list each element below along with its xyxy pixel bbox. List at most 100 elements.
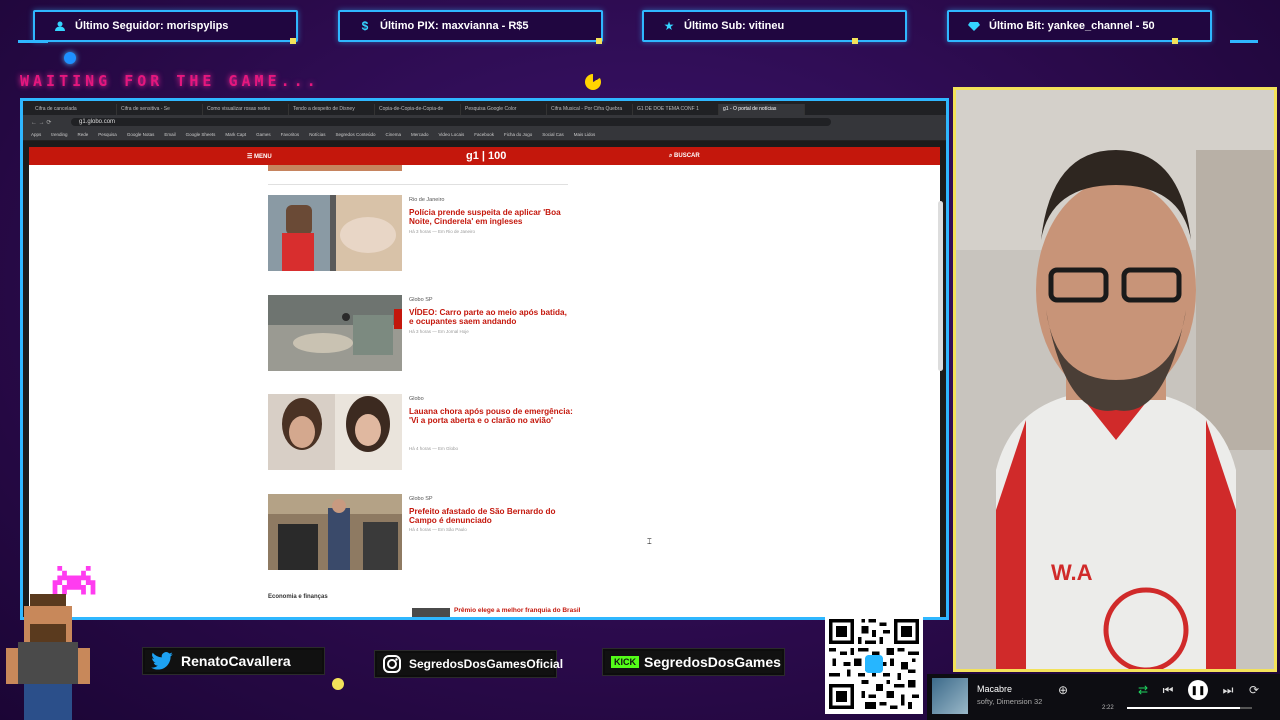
section-label[interactable]: Economia e finanças xyxy=(268,594,328,600)
repeat-icon[interactable]: ⟳ xyxy=(1244,680,1264,700)
browser-capture: Cifra de cancelada Cifra de sensitiva - … xyxy=(20,98,949,620)
search-label: BUSCAR xyxy=(674,152,700,159)
news-thumbnail[interactable] xyxy=(268,494,402,570)
twitter-icon xyxy=(151,651,173,671)
kick-handle[interactable]: SegredosDosGames xyxy=(644,654,781,670)
page-scrollbar[interactable] xyxy=(938,201,943,371)
news-item[interactable]: Globo Lauana chora após pouso de emergên… xyxy=(268,394,598,472)
news-meta: Há 4 horas — Em São Paulo xyxy=(409,527,467,532)
deco-dot xyxy=(290,38,296,44)
browser-tab[interactable]: Cifra de sensitiva - Se xyxy=(117,104,203,115)
pacman-icon xyxy=(585,74,601,90)
bookmark[interactable]: Social Cas xyxy=(542,132,564,137)
search-icon: ⌕ xyxy=(669,152,673,159)
song-progress-bar[interactable] xyxy=(1127,707,1252,709)
browser-tab[interactable]: G1 DE DOE TEMA CONF 1 xyxy=(633,104,719,115)
bookmark[interactable]: Mark Capt xyxy=(225,132,246,137)
last-sub-text: Último Sub: vitineu xyxy=(684,20,785,32)
browser-tab[interactable]: Como visualizar rosas redes xyxy=(203,104,289,115)
menu-label: MENU xyxy=(254,153,272,160)
g1-header: ☰ MENU g1 | 100 ⌕ BUSCAR xyxy=(29,147,940,165)
deco-dot xyxy=(852,38,858,44)
bookmark[interactable]: Google Notas xyxy=(127,132,155,137)
twitter-handle[interactable]: RenatoCavallera xyxy=(181,653,291,669)
add-icon[interactable]: ⊕ xyxy=(1053,680,1073,700)
dollar-icon: $ xyxy=(361,19,369,33)
deco-dot xyxy=(332,678,344,690)
bookmark[interactable]: Facebook xyxy=(474,132,494,137)
kick-icon: KICK xyxy=(611,656,639,668)
news-thumbnail[interactable] xyxy=(268,295,402,371)
browser-tab-active[interactable]: g1 - O portal de notícias xyxy=(719,104,805,115)
news-thumbnail[interactable] xyxy=(268,394,402,470)
browser-tab[interactable]: Pesquisa Google Color xyxy=(461,104,547,115)
divider xyxy=(268,184,568,185)
bookmark[interactable]: trending xyxy=(51,132,67,137)
bookmark[interactable]: Segredos Conteúdo xyxy=(335,132,375,137)
last-bit-text: Último Bit: yankee_channel - 50 xyxy=(989,20,1155,32)
bookmark[interactable]: Ficha do Jogo xyxy=(504,132,532,137)
menu-button[interactable]: ☰ MENU xyxy=(247,153,272,160)
next-icon[interactable]: ⏭ xyxy=(1218,680,1238,700)
bookmark[interactable]: Google Sheets xyxy=(186,132,216,137)
news-thumbnail[interactable] xyxy=(268,165,402,171)
shuffle-icon[interactable]: ⇄ xyxy=(1133,680,1153,700)
instagram-handle-box: SegredosDosGamesOficial xyxy=(375,651,563,677)
stat-bar: Último Seguidor: morispylips $ Último PI… xyxy=(0,0,1280,50)
news-page: Rio de Janeiro Polícia prende suspeita d… xyxy=(29,165,940,617)
browser-tab[interactable]: Copia-de-Copia-de-Copia-de xyxy=(375,104,461,115)
browser-tab-strip: Cifra de cancelada Cifra de sensitiva - … xyxy=(23,101,946,115)
news-title[interactable]: Prêmio elege a melhor franquia do Brasil xyxy=(454,607,580,614)
song-time: 2:22 xyxy=(1102,705,1114,711)
bookmark[interactable]: Video Locais xyxy=(439,132,465,137)
pause-button[interactable]: ❚❚ xyxy=(1188,680,1208,700)
g1-logo[interactable]: g1 | 100 xyxy=(466,150,506,162)
song-title: Macabre xyxy=(977,684,1013,694)
browser-tab[interactable]: Cifra de cancelada xyxy=(31,104,117,115)
pixel-character-icon xyxy=(6,594,90,720)
webcam-feed: W.A xyxy=(953,87,1277,672)
bookmark[interactable]: Rede xyxy=(78,132,89,137)
previous-icon[interactable]: ⏮ xyxy=(1158,680,1178,700)
browser-tab[interactable]: Cifra Musical - Por Cifra Quebra xyxy=(547,104,633,115)
news-item[interactable]: Globo SP VÍDEO: Carro parte ao meio após… xyxy=(268,295,598,373)
last-follower-text: Último Seguidor: morispylips xyxy=(75,20,229,32)
nav-arrows-icon[interactable]: ← → ⟳ xyxy=(31,119,71,126)
browser-tab[interactable]: Tendo a despeito de Disney xyxy=(289,104,375,115)
star-icon: ★ xyxy=(663,19,675,33)
news-item[interactable]: Rio de Janeiro Polícia prende suspeita d… xyxy=(268,195,598,273)
bookmark[interactable]: Email xyxy=(164,132,175,137)
search-button[interactable]: ⌕ BUSCAR xyxy=(669,153,700,160)
kick-handle-box: KICK SegredosDosGames xyxy=(603,649,784,675)
bookmark[interactable]: Cinema xyxy=(385,132,401,137)
bookmark[interactable]: Favoritos xyxy=(281,132,300,137)
svg-text:W.A: W.A xyxy=(1051,560,1093,585)
address-bar: ← → ⟳ g1.globo.com xyxy=(23,115,946,129)
qr-code xyxy=(825,614,923,714)
last-sub-box: ★ Último Sub: vitineu xyxy=(642,10,907,42)
bookmark[interactable]: Mercado xyxy=(411,132,429,137)
news-title[interactable]: Polícia prende suspeita de aplicar 'Boa … xyxy=(409,208,573,227)
url-input[interactable]: g1.globo.com xyxy=(71,118,831,126)
last-follower-box: Último Seguidor: morispylips xyxy=(33,10,298,42)
bookmark[interactable]: Games xyxy=(256,132,271,137)
bookmark[interactable]: Notícias xyxy=(309,132,325,137)
instagram-handle[interactable]: SegredosDosGamesOficial xyxy=(409,657,563,671)
waiting-text: WAITING FOR THE GAME... xyxy=(20,72,320,90)
news-thumbnail[interactable] xyxy=(412,608,450,617)
bookmark[interactable]: Apps xyxy=(31,132,41,137)
news-category: Globo SP xyxy=(409,297,433,303)
bookmark[interactable]: Pesquisa xyxy=(98,132,117,137)
news-title[interactable]: Prefeito afastado de São Bernardo do Cam… xyxy=(409,507,573,526)
news-title[interactable]: VÍDEO: Carro parte ao meio após batida, … xyxy=(409,308,573,327)
news-meta: Há 4 horas — Em Globo xyxy=(409,446,459,451)
twitter-handle-box: RenatoCavallera xyxy=(143,648,324,674)
news-item[interactable]: Globo SP Prefeito afastado de São Bernar… xyxy=(268,494,598,572)
deco-line xyxy=(1230,40,1258,43)
news-thumbnail[interactable] xyxy=(268,195,402,271)
last-pix-box: $ Último PIX: maxvianna - R$5 xyxy=(338,10,603,42)
deco-dot xyxy=(1172,38,1178,44)
bookmark[interactable]: Mais Lidos xyxy=(574,132,596,137)
news-title[interactable]: Lauana chora após pouso de emergência: '… xyxy=(409,407,573,426)
deco-dot xyxy=(64,52,76,64)
